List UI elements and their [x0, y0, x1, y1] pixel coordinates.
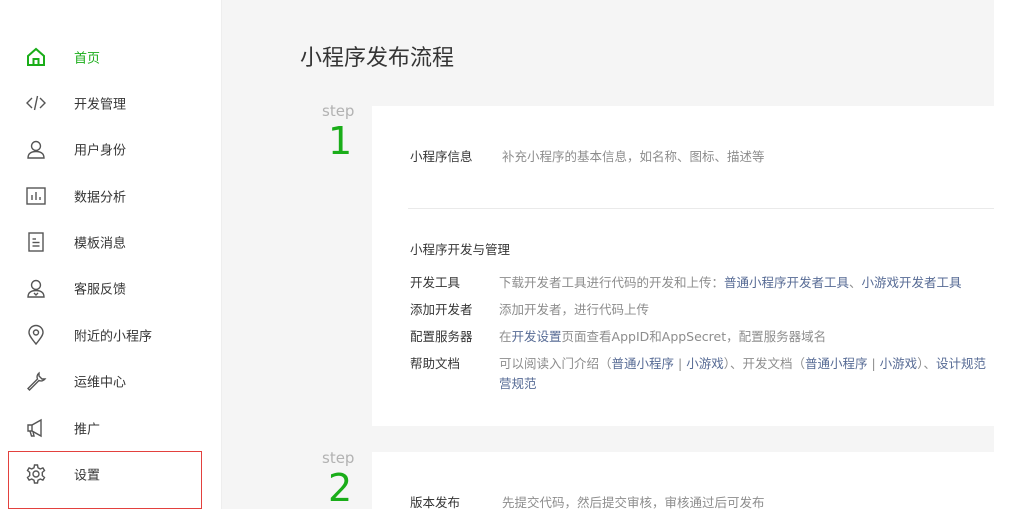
- info-desc: 补充小程序的基本信息，如名称、图标、描述等: [502, 149, 765, 164]
- sidebar-item-data-analysis[interactable]: 数据分析: [0, 173, 222, 219]
- location-pin-icon: [24, 323, 48, 347]
- dev-tools-line: 下载开发者工具进行代码的开发和上传：普通小程序开发者工具、小游戏开发者工具: [499, 272, 962, 291]
- sidebar-item-home[interactable]: 首页: [0, 34, 222, 80]
- docs-minigame-link[interactable]: 小游戏: [880, 356, 918, 371]
- code-icon: [24, 91, 48, 115]
- sidebar-item-customer-feedback[interactable]: 客服反馈: [0, 265, 222, 311]
- sidebar-item-label: 首页: [74, 51, 101, 67]
- bar: |: [867, 356, 880, 371]
- document-icon: [24, 230, 48, 254]
- server-desc: 页面查看AppID和AppSecret，配置服务器域名: [561, 329, 827, 344]
- divider: [408, 208, 994, 209]
- help-label: 帮助文档: [410, 356, 461, 371]
- design-spec-link[interactable]: 设计规范: [936, 356, 986, 371]
- sidebar-item-label: 用户身份: [74, 143, 127, 159]
- step-number: 1: [328, 119, 353, 163]
- sidebar-item-label: 数据分析: [74, 190, 127, 206]
- sidebar-item-label: 客服反馈: [74, 282, 127, 298]
- release-label: 版本发布: [410, 495, 461, 509]
- home-icon: [24, 45, 48, 69]
- miniprogram-devtool-link[interactable]: 普通小程序开发者工具: [724, 275, 849, 290]
- chart-icon: [24, 184, 48, 208]
- sidebar-item-label: 附近的小程序: [74, 329, 153, 345]
- settings-highlight-box: [8, 451, 202, 509]
- sidebar-item-label: 推广: [74, 422, 101, 438]
- intro-miniprogram-link[interactable]: 普通小程序: [612, 356, 675, 371]
- right-edge: [994, 0, 1010, 509]
- section-title: 小程序开发与管理: [410, 242, 511, 257]
- bar: |: [674, 356, 687, 371]
- release-desc: 先提交代码，然后提交审核，审核通过后可发布: [502, 495, 765, 509]
- help-desc3: ）、: [917, 356, 936, 371]
- sidebar-item-label: 模板消息: [74, 236, 127, 252]
- sidebar-item-dev-management[interactable]: 开发管理: [0, 80, 222, 126]
- dev-tools-desc: 下载开发者工具进行代码的开发和上传：: [499, 275, 725, 290]
- help-desc2: ）、开发文档（: [723, 356, 805, 371]
- step-label: step: [322, 102, 355, 120]
- sidebar-item-user-identity[interactable]: 用户身份: [0, 126, 222, 172]
- wrench-icon: [24, 369, 48, 393]
- step-label: step: [322, 449, 355, 467]
- server-label: 配置服务器: [410, 329, 473, 344]
- docs-miniprogram-link[interactable]: 普通小程序: [805, 356, 868, 371]
- info-label: 小程序信息: [410, 149, 473, 164]
- page-title: 小程序发布流程: [300, 46, 455, 71]
- sidebar-item-ops-center[interactable]: 运维中心: [0, 358, 222, 404]
- sidebar-item-promotion[interactable]: 推广: [0, 405, 222, 451]
- server-pre: 在: [499, 329, 512, 344]
- server-line: 在开发设置页面查看AppID和AppSecret，配置服务器域名: [499, 326, 826, 345]
- add-dev-label: 添加开发者: [410, 302, 473, 317]
- operation-spec-link[interactable]: 营规范: [499, 373, 537, 392]
- dev-settings-link[interactable]: 开发设置: [512, 329, 562, 344]
- support-user-icon: [24, 276, 48, 300]
- separator: 、: [849, 275, 862, 290]
- sidebar-item-template-message[interactable]: 模板消息: [0, 219, 222, 265]
- sidebar-item-label: 开发管理: [74, 97, 127, 113]
- sidebar-item-label: 运维中心: [74, 375, 127, 391]
- add-dev-desc: 添加开发者，进行代码上传: [499, 302, 650, 317]
- dev-tools-label: 开发工具: [410, 275, 461, 290]
- step-number: 2: [328, 466, 353, 509]
- megaphone-icon: [24, 416, 48, 440]
- help-desc1: 可以阅读入门介绍（: [499, 356, 612, 371]
- user-icon: [24, 137, 48, 161]
- sidebar: 首页 开发管理 用户身份 数据分析 模板消息 客服反馈 附近的小程序 运维中心 …: [0, 0, 222, 509]
- minigame-devtool-link[interactable]: 小游戏开发者工具: [862, 275, 962, 290]
- intro-minigame-link[interactable]: 小游戏: [686, 356, 724, 371]
- sidebar-item-nearby-miniprogram[interactable]: 附近的小程序: [0, 312, 222, 358]
- help-line: 可以阅读入门介绍（普通小程序 | 小游戏）、开发文档（普通小程序 | 小游戏）、…: [499, 353, 994, 372]
